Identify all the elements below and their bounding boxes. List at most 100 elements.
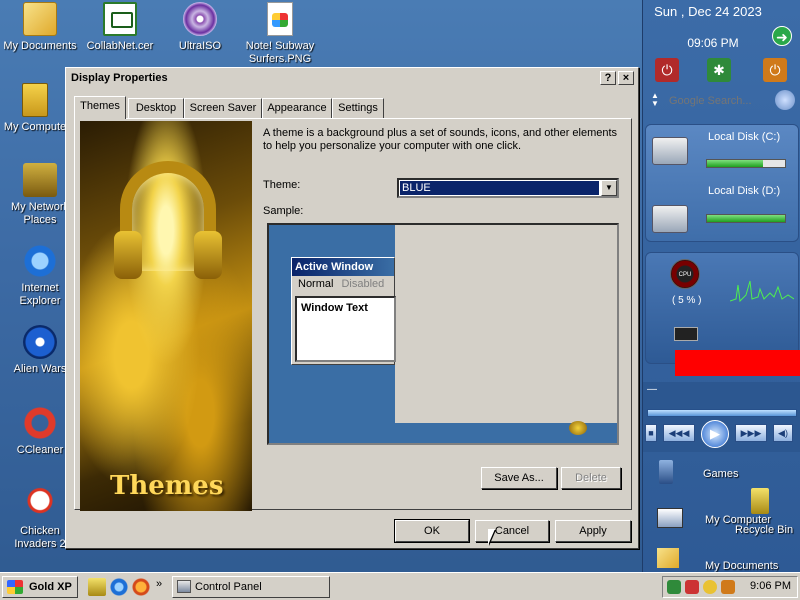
save-as-button[interactable]: Save As... [481,467,557,489]
stop-icon[interactable]: ■ [645,424,657,442]
cancel-button[interactable]: Cancel [475,520,549,542]
fast-forward-icon[interactable]: ▶▶▶ [735,424,767,442]
disk-panel: Local Disk (C:) Local Disk (D:) [645,124,799,242]
certificate-icon [103,2,137,36]
quicklaunch-folder-icon[interactable] [88,578,106,596]
tab-themes[interactable]: Themes [74,96,126,119]
taskbar: Gold XP » Control Panel 9:06 PM [0,572,800,600]
tray-tool-icon[interactable] [721,580,735,594]
desktop-icon-label: CollabNet.cer [86,40,154,52]
start-button[interactable]: Gold XP [2,576,78,598]
sample-menu: Normal Disabled [292,276,394,292]
title-bar[interactable]: Display Properties ? × [68,70,636,88]
overflow-chevron-icon[interactable]: » [156,578,162,590]
sample-active-window: Active Window Normal Disabled Window Text [291,257,396,365]
mouse-cursor-icon [488,529,495,545]
hard-disk-icon [652,137,688,165]
system-tray: 9:06 PM [662,576,798,598]
sample-window-title: Active Window [292,258,394,276]
scroll-arrows-icon[interactable]: ▲ ▼ [651,92,659,108]
theme-description: A theme is a background plus a set of so… [263,127,618,152]
sidebar-link-recycle-bin[interactable]: Recycle Bin [735,524,793,536]
red-overlay-block [675,350,800,376]
cpu-panel: CPU ( 5 % ) [645,252,799,364]
games-folder-icon [659,460,673,484]
media-player: — ■ ◀◀◀ ▶ ▶▶▶ ◀) [643,382,800,452]
theme-sample-preview: Active Window Normal Disabled Window Text [267,223,619,445]
recycle-bin-icon [751,488,769,514]
desktop-icon-collabnet-cer[interactable]: CollabNet.cer [80,2,160,53]
desktop-icon-subway-surfers-png[interactable]: Note! Subway Surfers.PNG [240,2,320,66]
desktop-icon-ultraiso[interactable]: UltraISO [160,2,240,53]
cpu-gauge-icon: CPU [670,259,700,289]
disk-c-fill [707,160,764,167]
disk-c-usage-bar [706,159,786,168]
sidebar-link-games[interactable]: Games [703,468,738,480]
tab-appearance[interactable]: Appearance [262,98,332,118]
desktop-icon-my-documents[interactable]: My Documents [0,2,80,53]
delete-button[interactable]: Delete [561,467,621,489]
sample-gray-area [395,225,617,423]
sidebar-date: Sun , Dec 24 2023 [654,4,762,19]
control-panel-icon [177,580,191,593]
themes-tab-panel: Themes A theme is a background plus a se… [74,118,632,511]
cpu-percent: ( 5 % ) [672,295,702,306]
search-icon[interactable] [775,90,795,110]
restart-icon[interactable]: ✱ [707,58,731,82]
logoff-icon[interactable]: ⏻ [763,58,787,82]
tray-smiley-icon[interactable] [703,580,717,594]
play-icon[interactable]: ▶ [701,420,729,448]
taskbar-item-label: Control Panel [195,581,262,593]
tab-settings[interactable]: Settings [332,98,384,118]
taskbar-item-control-panel[interactable]: Control Panel [172,576,330,598]
sidebar: Sun , Dec 24 2023 09:06 PM ➜ ⏻ ✱ ⏻ ▲▼ Lo… [642,0,800,572]
desktop-icon-my-computer[interactable]: My Compute [0,83,70,134]
disk-d-usage-bar [706,214,786,223]
disk-d-label: Local Disk (D:) [708,185,781,197]
shutdown-icon[interactable]: ⏻ [655,58,679,82]
media-progress-bar[interactable] [647,409,797,417]
desktop-icon-label: Note! Subway Surfers.PNG [245,40,315,65]
help-button[interactable]: ? [600,71,616,85]
alien-icon [23,325,57,359]
volume-icon[interactable]: ◀) [773,424,793,442]
disk-d-fill [707,215,785,222]
ok-button[interactable]: OK [394,519,470,543]
theme-label: Theme: [263,179,301,191]
sample-label: Sample: [263,205,304,217]
google-search-input[interactable] [667,90,777,112]
headphones-ear-right [194,231,222,279]
headphones-ear-left [114,231,142,279]
windows-logo-icon [7,580,23,594]
theme-select[interactable]: BLUE ▼ [397,178,619,198]
tray-shield-icon[interactable] [685,580,699,594]
disk-c-label: Local Disk (C:) [708,131,781,143]
theme-select-value: BLUE [400,181,599,195]
cpu-graph [730,280,794,303]
tab-screen-saver[interactable]: Screen Saver [184,98,262,118]
chevron-down-icon[interactable]: ▼ [601,180,617,196]
network-icon [23,163,57,197]
tray-network-icon[interactable] [667,580,681,594]
sidebar-link-my-documents[interactable]: My Documents [705,560,778,572]
sample-icon [569,421,587,435]
quicklaunch-ie-icon[interactable] [110,578,128,596]
quicklaunch-firefox-icon[interactable] [132,578,150,596]
start-label: Gold XP [29,581,72,593]
desktop-icon-label: My Compute [3,121,67,133]
taskbar-clock: 9:06 PM [750,580,791,592]
cpu-label: CPU [678,272,692,278]
tab-desktop[interactable]: Desktop [128,98,184,118]
apply-button[interactable]: Apply [555,520,631,542]
media-dash: — [647,384,657,395]
close-button[interactable]: × [618,71,634,85]
sample-menu-normal: Normal [298,278,334,290]
ccleaner-icon [23,406,57,440]
hard-disk-icon [652,205,688,233]
window-title: Display Properties [71,72,168,84]
chicken-icon [23,487,57,521]
arrow-right-icon[interactable]: ➜ [772,26,792,46]
png-file-icon [267,2,293,36]
rewind-icon[interactable]: ◀◀◀ [663,424,695,442]
ie-icon [23,244,57,278]
